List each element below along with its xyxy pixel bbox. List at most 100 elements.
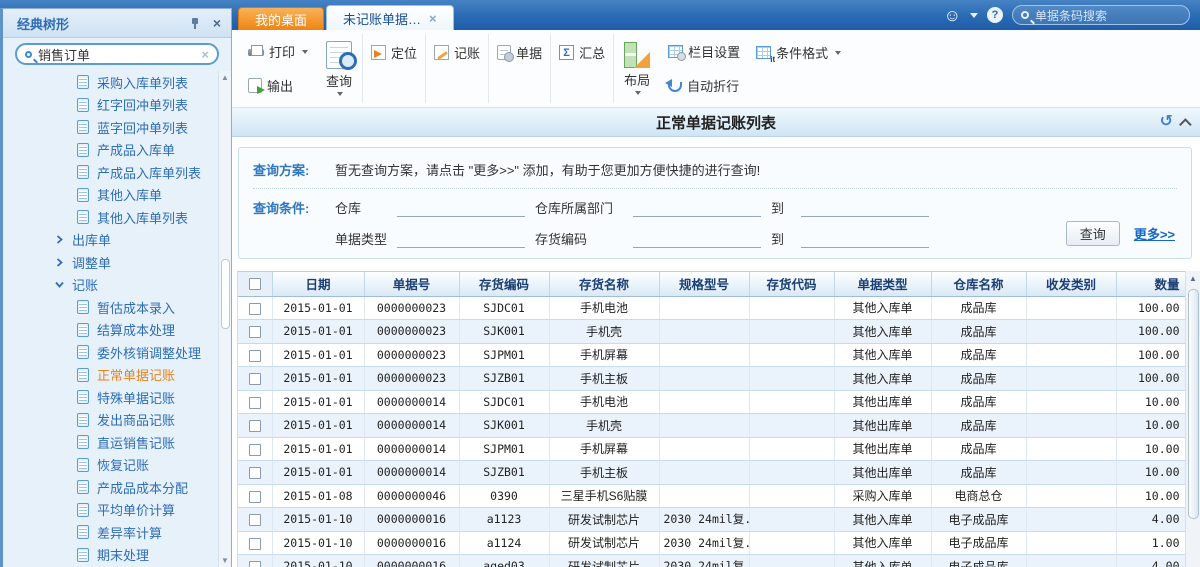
warehouse-dept-to-input[interactable] bbox=[801, 200, 929, 217]
chevron-right-icon[interactable] bbox=[55, 235, 64, 244]
refresh-icon[interactable]: ↺ bbox=[1160, 114, 1173, 130]
row-checkbox[interactable] bbox=[249, 397, 261, 409]
tab-unposted-vouchers[interactable]: 未记账单据… × bbox=[326, 5, 454, 30]
post-button[interactable]: 记账 bbox=[428, 40, 486, 65]
tree-item-16[interactable]: 发出商品记账 bbox=[3, 409, 218, 432]
inventory-code-to-input[interactable] bbox=[801, 231, 929, 248]
column-header-10[interactable]: 数量 bbox=[1116, 272, 1185, 296]
layout-button[interactable]: 布局 bbox=[616, 30, 658, 107]
auto-wrap-button[interactable]: 自动折行 bbox=[662, 73, 746, 98]
row-checkbox[interactable] bbox=[249, 514, 261, 526]
conditional-format-button[interactable]: 条件格式 bbox=[750, 40, 847, 65]
pin-icon[interactable] bbox=[189, 17, 201, 29]
doc-type-input[interactable] bbox=[397, 231, 525, 248]
help-icon[interactable]: ? bbox=[987, 7, 1003, 23]
voucher-button[interactable]: 单据 bbox=[491, 40, 548, 65]
tree-item-6[interactable]: 其他入库单 bbox=[3, 184, 218, 207]
row-checkbox[interactable] bbox=[249, 326, 261, 338]
tree-item-4[interactable]: 产成品入库单 bbox=[3, 139, 218, 162]
table-row[interactable]: 2015-01-0800000000460390三星手机S6贴膜采购入库单电商总… bbox=[238, 484, 1185, 508]
warehouse-input[interactable] bbox=[397, 200, 525, 217]
table-scrollbar-thumb[interactable] bbox=[1188, 289, 1199, 519]
tree-item-19[interactable]: 产成品成本分配 bbox=[3, 476, 218, 499]
tree-item-17[interactable]: 直运销售记账 bbox=[3, 431, 218, 454]
tab-my-desktop[interactable]: 我的桌面 bbox=[238, 7, 324, 30]
tree-item-3[interactable]: 蓝字回冲单列表 bbox=[3, 116, 218, 139]
scroll-down-icon[interactable]: ▼ bbox=[219, 556, 231, 565]
warehouse-dept-input[interactable] bbox=[633, 200, 761, 217]
row-checkbox[interactable] bbox=[249, 350, 261, 362]
row-checkbox[interactable] bbox=[249, 538, 261, 550]
tree-item-1[interactable]: 采购入库单列表 bbox=[3, 71, 218, 94]
tab-close-icon[interactable]: × bbox=[429, 12, 437, 25]
table-row[interactable]: 2015-01-010000000023SJPM01手机屏幕其他入库单成品库10… bbox=[238, 343, 1185, 367]
table-row[interactable]: 2015-01-010000000014SJDC01手机电池其他出库单成品库10… bbox=[238, 390, 1185, 414]
tree-item-11[interactable]: 暂估成本录入 bbox=[3, 296, 218, 319]
tree-item-7[interactable]: 其他入库单列表 bbox=[3, 206, 218, 229]
more-link[interactable]: 更多>> bbox=[1134, 224, 1175, 243]
table-scroll-up-icon[interactable]: ▲ bbox=[1186, 274, 1200, 283]
user-menu-caret-icon[interactable] bbox=[970, 13, 978, 18]
table-row[interactable]: 2015-01-100000000016a1123研发试制芯片2030 24mi… bbox=[238, 508, 1185, 532]
table-row[interactable]: 2015-01-100000000016aqed03研发试制芯片2030 24m… bbox=[238, 555, 1185, 567]
barcode-search-input[interactable]: 单据条码搜索 bbox=[1012, 5, 1190, 25]
user-smiley-icon[interactable]: ☺ bbox=[944, 7, 961, 24]
tree-item-5[interactable]: 产成品入库单列表 bbox=[3, 161, 218, 184]
column-settings-button[interactable]: 栏目设置 bbox=[662, 39, 746, 64]
row-checkbox[interactable] bbox=[249, 420, 261, 432]
sidebar-search-input[interactable]: 销售订单 × bbox=[15, 43, 219, 65]
tree-item-14[interactable]: 正常单据记账 bbox=[3, 364, 218, 387]
select-all-checkbox[interactable] bbox=[249, 278, 261, 290]
sidebar-close-icon[interactable]: × bbox=[213, 16, 221, 30]
tree-item-2[interactable]: 红字回冲单列表 bbox=[3, 94, 218, 117]
conditional-format-dropdown-icon[interactable] bbox=[835, 51, 841, 55]
tree-item-8[interactable]: 出库单 bbox=[3, 229, 218, 252]
clear-search-icon[interactable]: × bbox=[201, 47, 209, 62]
print-button[interactable]: 打印 bbox=[242, 39, 314, 64]
chevron-down-icon[interactable] bbox=[55, 280, 64, 289]
tree-item-10[interactable]: 记账 bbox=[3, 274, 218, 297]
column-header-9[interactable]: 收发类别 bbox=[1026, 272, 1116, 296]
column-header-5[interactable]: 规格型号 bbox=[659, 272, 749, 296]
column-header-4[interactable]: 存货名称 bbox=[549, 272, 659, 296]
locate-button[interactable]: 定位 bbox=[365, 40, 423, 65]
table-row[interactable]: 2015-01-010000000014SJK001手机壳其他出库单成品库10.… bbox=[238, 414, 1185, 438]
tree-item-13[interactable]: 委外核销调整处理 bbox=[3, 341, 218, 364]
query-button[interactable]: 查询 bbox=[318, 30, 360, 107]
column-header-3[interactable]: 存货编码 bbox=[459, 272, 549, 296]
table-row[interactable]: 2015-01-010000000023SJDC01手机电池其他入库单成品库10… bbox=[238, 296, 1185, 320]
layout-dropdown-icon[interactable] bbox=[635, 91, 641, 95]
table-scrollbar[interactable]: ▲ bbox=[1185, 271, 1200, 567]
table-row[interactable]: 2015-01-010000000023SJK001手机壳其他入库单成品库100… bbox=[238, 320, 1185, 344]
row-checkbox[interactable] bbox=[249, 373, 261, 385]
row-checkbox[interactable] bbox=[249, 303, 261, 315]
table-row[interactable]: 2015-01-010000000014SJZB01手机主板其他出库单成品库10… bbox=[238, 461, 1185, 485]
tree-item-20[interactable]: 平均单价计算 bbox=[3, 499, 218, 522]
sidebar-scrollbar[interactable]: ▲ ▼ bbox=[218, 71, 231, 567]
query-submit-button[interactable]: 查询 bbox=[1066, 221, 1120, 246]
chevron-right-icon[interactable] bbox=[55, 258, 64, 267]
tree-item-12[interactable]: 结算成本处理 bbox=[3, 319, 218, 342]
row-checkbox[interactable] bbox=[249, 444, 261, 456]
query-dropdown-icon[interactable] bbox=[337, 92, 343, 96]
table-row[interactable]: 2015-01-010000000023SJZB01手机主板其他入库单成品库10… bbox=[238, 367, 1185, 391]
column-header-2[interactable]: 单据号 bbox=[364, 272, 459, 296]
scrollbar-thumb[interactable] bbox=[221, 259, 230, 329]
tree-item-18[interactable]: 恢复记账 bbox=[3, 454, 218, 477]
row-checkbox[interactable] bbox=[249, 561, 261, 567]
row-checkbox[interactable] bbox=[249, 491, 261, 503]
collapse-panel-icon[interactable] bbox=[1179, 118, 1192, 131]
table-row[interactable]: 2015-01-100000000016a1124研发试制芯片2030 24mi… bbox=[238, 531, 1185, 555]
column-header-8[interactable]: 仓库名称 bbox=[931, 272, 1026, 296]
column-header-7[interactable]: 单据类型 bbox=[834, 272, 931, 296]
tree-item-9[interactable]: 调整单 bbox=[3, 251, 218, 274]
export-button[interactable]: 输出 bbox=[242, 73, 314, 98]
scroll-up-icon[interactable]: ▲ bbox=[219, 73, 231, 82]
summary-button[interactable]: Σ 汇总 bbox=[553, 40, 611, 65]
print-dropdown-icon[interactable] bbox=[302, 50, 308, 54]
table-row[interactable]: 2015-01-010000000014SJPM01手机屏幕其他出库单成品库10… bbox=[238, 437, 1185, 461]
inventory-code-input[interactable] bbox=[633, 231, 761, 248]
tree-item-22[interactable]: 期末处理 bbox=[3, 544, 218, 567]
column-header-6[interactable]: 存货代码 bbox=[749, 272, 834, 296]
row-checkbox[interactable] bbox=[249, 467, 261, 479]
